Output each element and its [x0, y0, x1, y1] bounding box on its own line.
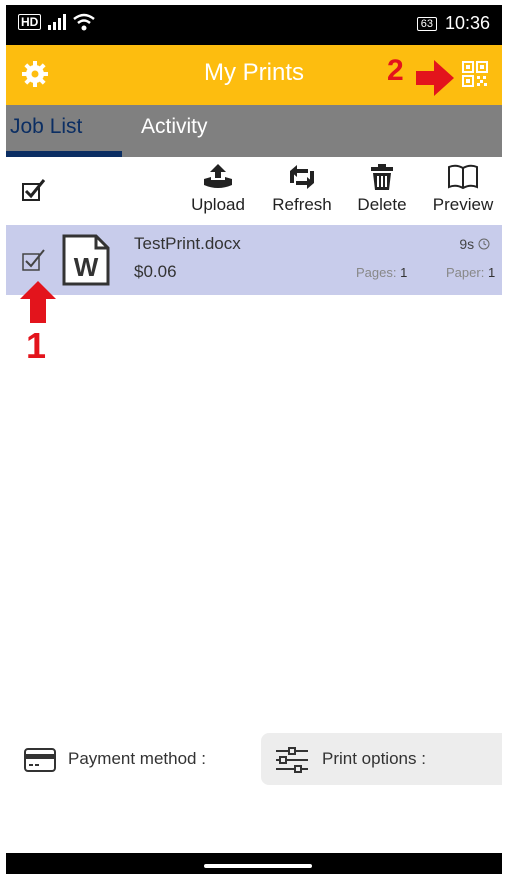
trash-icon — [371, 164, 393, 190]
home-gesture-handle[interactable] — [204, 864, 312, 868]
svg-text:W: W — [74, 252, 99, 282]
job-paper-label: Paper: — [446, 265, 485, 280]
battery-icon: 63 — [416, 16, 437, 31]
status-left: HD — [18, 13, 96, 31]
sliders-icon — [276, 747, 308, 773]
job-price: $0.06 — [134, 262, 177, 281]
clock: 10:36 — [444, 13, 490, 33]
print-options-tab[interactable]: Print options : — [261, 733, 502, 785]
status-right: 63 10:36 — [416, 13, 490, 34]
tab-activity[interactable]: Activity — [141, 115, 208, 139]
clock-icon — [478, 238, 490, 250]
annotation-arrow-up-icon — [20, 281, 56, 323]
preview-button[interactable]: Preview — [430, 163, 496, 215]
job-pages-label: Pages: — [356, 265, 397, 280]
book-open-icon — [448, 164, 478, 190]
preview-label: Preview — [432, 195, 494, 214]
qr-code-icon[interactable] — [462, 61, 488, 87]
upload-icon — [204, 164, 232, 188]
job-age: 9s — [459, 236, 490, 252]
delete-label: Delete — [357, 195, 407, 214]
signal-icon — [48, 14, 67, 30]
job-pages-value: 1 — [400, 265, 408, 280]
upload-label: Upload — [191, 195, 245, 214]
job-filename: TestPrint.docx — [134, 234, 241, 253]
job-paper-value: 1 — [487, 265, 496, 280]
delete-button[interactable]: Delete — [354, 163, 410, 215]
annotation-marker-1: 1 — [26, 325, 47, 366]
tab-job-list[interactable]: Job List — [10, 115, 82, 139]
refresh-label: Refresh — [272, 195, 332, 214]
payment-method-tab[interactable]: Payment method : — [6, 733, 261, 785]
app-screen: HD 63 10:36 My Prints 2 Job List Activit… — [6, 5, 502, 874]
wifi-icon — [73, 13, 96, 31]
job-pages: Pages: 1 — [356, 265, 407, 280]
annotation-arrow-right-icon — [416, 60, 454, 96]
bottom-options: Payment method : Print options : — [6, 733, 502, 785]
job-toolbar: Upload Refresh Delete Preview — [6, 157, 502, 225]
row-checkbox-icon[interactable] — [22, 249, 46, 271]
payment-method-label: Payment method : — [68, 749, 206, 768]
system-nav-bar — [6, 853, 502, 874]
credit-card-icon — [24, 748, 56, 772]
word-document-icon: W — [62, 234, 110, 286]
job-row[interactable]: W TestPrint.docx $0.06 9s Pages: 1 Paper… — [6, 225, 502, 295]
refresh-icon — [290, 165, 314, 189]
tab-bar: Job List Activity — [6, 105, 502, 157]
job-paper: Paper: 1 — [446, 265, 495, 280]
print-options-label: Print options : — [322, 749, 426, 768]
refresh-button[interactable]: Refresh — [270, 163, 334, 215]
annotation-marker-2: 2 — [387, 54, 404, 87]
network-badge: HD — [18, 14, 42, 30]
upload-button[interactable]: Upload — [188, 163, 248, 215]
status-bar: HD 63 10:36 — [6, 5, 502, 45]
select-all-checkbox-icon[interactable] — [22, 179, 46, 201]
job-age-value: 9s — [459, 236, 475, 252]
